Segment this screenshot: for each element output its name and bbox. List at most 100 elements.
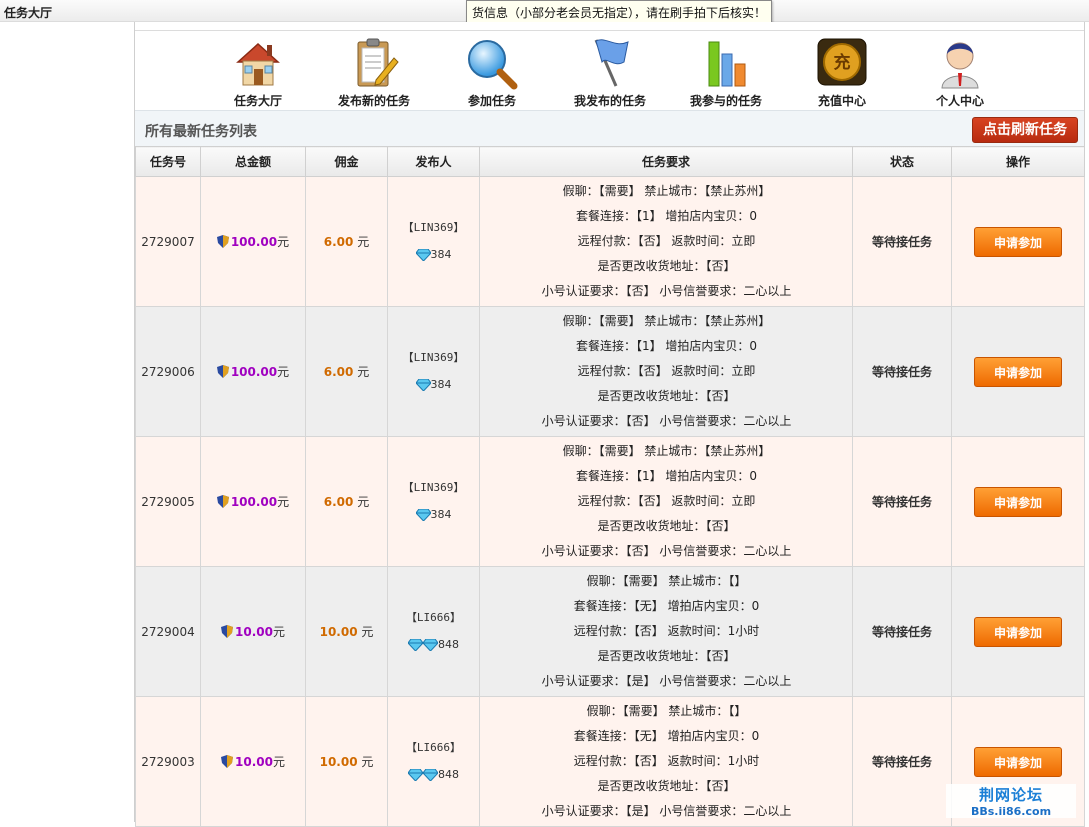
commission-cell: 6.00 元 xyxy=(305,176,388,307)
commission: 6.00 xyxy=(323,495,354,509)
apply-join-button[interactable]: 申请参加 xyxy=(974,746,1062,777)
commission: 10.00 xyxy=(319,625,358,639)
watermark-logo: 荆网论坛 BBs.ii86.com xyxy=(946,784,1076,818)
status-text: 等待接任务 xyxy=(852,696,952,827)
publisher-cell: 【LI666】 848 xyxy=(387,566,480,697)
column-header-amount: 总金额 xyxy=(200,146,306,177)
publisher-name: 【LIN369】 xyxy=(402,351,465,364)
requirement-line: 是否更改收货地址：【否】 xyxy=(597,389,736,403)
total-amount: 100.00 xyxy=(230,365,278,379)
requirement-line: 套餐连接：【1】 增拍店内宝贝：0 xyxy=(575,209,758,223)
requirements-cell: 假聊：【需要】 禁止城市：【】 套餐连接：【无】 增拍店内宝贝：0 远程付款：【否】… xyxy=(479,696,853,827)
amount-unit: 元 xyxy=(277,235,290,249)
commission-cell: 10.00 元 xyxy=(305,566,388,697)
diamond-rank-icon xyxy=(423,638,438,651)
action-cell: 申请参加 xyxy=(951,566,1085,697)
requirements-cell: 假聊：【需要】 禁止城市：【禁止苏州】 套餐连接：【1】 增拍店内宝贝：0 远程付款… xyxy=(479,436,853,567)
refresh-tasks-button[interactable]: 点击刷新任务 xyxy=(972,117,1078,143)
nav-item-recharge[interactable]: 充 充值中心 xyxy=(787,36,897,109)
nav-item-publish-task[interactable]: 发布新的任务 xyxy=(319,36,429,109)
task-id: 2729005 xyxy=(135,436,201,567)
requirement-line: 是否更改收货地址：【否】 xyxy=(597,519,736,533)
status-text: 等待接任务 xyxy=(852,306,952,437)
status-text: 等待接任务 xyxy=(852,436,952,567)
table-header-row: 任务号 总金额 佣金 发布人 任务要求 状态 操作 xyxy=(135,146,1085,177)
requirement-line: 远程付款：【否】 返款时间：1小时 xyxy=(573,624,760,638)
column-header-commission: 佣金 xyxy=(305,146,388,177)
list-header-bar: 所有最新任务列表 点击刷新任务 xyxy=(135,110,1084,148)
diamond-rank-icon xyxy=(415,508,431,521)
commission-cell: 6.00 元 xyxy=(305,306,388,437)
requirements-cell: 假聊：【需要】 禁止城市：【】 套餐连接：【无】 增拍店内宝贝：0 远程付款：【否】… xyxy=(479,566,853,697)
total-amount-cell: 100.00元 xyxy=(200,176,306,307)
clipboard-pencil-icon xyxy=(357,38,399,87)
task-id: 2729004 xyxy=(135,566,201,697)
nav-item-label: 任务大厅 xyxy=(233,94,282,108)
nav-item-my-published[interactable]: 我发布的任务 xyxy=(555,36,665,109)
total-amount-cell: 10.00元 xyxy=(200,696,306,827)
diamond-rank-icon xyxy=(415,378,431,391)
diamond-rank-icon xyxy=(408,638,423,651)
publisher-rank: 384 xyxy=(389,371,478,398)
diamond-rank-icon xyxy=(408,768,423,781)
nav-item-label: 发布新的任务 xyxy=(337,94,410,108)
requirement-line: 套餐连接：【1】 增拍店内宝贝：0 xyxy=(575,469,758,483)
requirement-line: 远程付款：【否】 返款时间：1小时 xyxy=(573,754,760,768)
requirement-line: 远程付款：【否】 返款时间：立即 xyxy=(577,364,756,378)
list-title: 所有最新任务列表 xyxy=(145,124,257,140)
nav-item-label: 充值中心 xyxy=(817,94,866,108)
publisher-rank: 384 xyxy=(389,501,478,528)
action-cell: 申请参加 xyxy=(951,176,1085,307)
task-table: 任务号 总金额 佣金 发布人 任务要求 状态 操作 2729007 100.00元… xyxy=(135,146,1085,827)
nav-item-label: 我参与的任务 xyxy=(689,94,762,108)
requirement-line: 是否更改收货地址：【否】 xyxy=(597,259,736,273)
shield-icon xyxy=(221,625,233,638)
total-amount-cell: 100.00元 xyxy=(200,436,306,567)
apply-join-button[interactable]: 申请参加 xyxy=(974,226,1062,257)
total-amount: 10.00 xyxy=(235,755,273,769)
total-amount-cell: 100.00元 xyxy=(200,306,306,437)
nav-item-my-joined[interactable]: 我参与的任务 xyxy=(671,36,781,109)
action-cell: 申请参加 xyxy=(951,436,1085,567)
amount-unit: 元 xyxy=(272,625,285,639)
magnifier-icon xyxy=(468,40,518,90)
commission-cell: 6.00 元 xyxy=(305,436,388,567)
shield-icon xyxy=(216,235,229,248)
total-amount-cell: 10.00元 xyxy=(200,566,306,697)
publisher-score: 384 xyxy=(430,378,452,391)
task-hall-panel: 任务大厅 发布新的任务 参加任务 我发布的任务 我参与的任务 充 充值中心 个人… xyxy=(134,22,1085,827)
requirement-line: 假聊：【需要】 禁止城市：【禁止苏州】 xyxy=(562,314,771,328)
requirement-line: 远程付款：【否】 返款时间：立即 xyxy=(577,234,756,248)
nav-item-label: 我发布的任务 xyxy=(573,94,646,108)
requirement-line: 是否更改收货地址：【否】 xyxy=(597,779,736,793)
requirement-line: 假聊：【需要】 禁止城市：【】 xyxy=(586,574,747,588)
column-header-status: 状态 xyxy=(852,146,952,177)
apply-join-button[interactable]: 申请参加 xyxy=(974,356,1062,387)
apply-join-button[interactable]: 申请参加 xyxy=(974,616,1062,647)
action-cell: 申请参加 xyxy=(951,306,1085,437)
publisher-name: 【LI666】 xyxy=(405,611,462,624)
publisher-score: 848 xyxy=(438,638,459,651)
coin-icon: 充 xyxy=(817,38,867,86)
status-text: 等待接任务 xyxy=(852,176,952,307)
nav-item-task-hall[interactable]: 任务大厅 xyxy=(203,36,313,109)
nav-item-personal[interactable]: 个人中心 xyxy=(905,36,1015,109)
commission: 6.00 xyxy=(323,365,354,379)
requirement-line: 小号认证要求：【是】 小号信誉要求：二心以上 xyxy=(541,804,792,818)
requirement-line: 假聊：【需要】 禁止城市：【禁止苏州】 xyxy=(562,184,771,198)
commission: 6.00 xyxy=(323,235,354,249)
house-icon xyxy=(236,42,280,86)
publisher-rank: 384 xyxy=(389,241,478,268)
notice-tooltip: 货信息（小部分老会员无指定），请在刷手拍下后核实！ xyxy=(466,0,773,23)
nav-item-join-task[interactable]: 参加任务 xyxy=(437,36,547,109)
apply-join-button[interactable]: 申请参加 xyxy=(974,486,1062,517)
requirement-line: 套餐连接：【无】 增拍店内宝贝：0 xyxy=(573,729,760,743)
total-amount: 10.00 xyxy=(235,625,273,639)
commission-cell: 10.00 元 xyxy=(305,696,388,827)
nav-item-label: 参加任务 xyxy=(467,94,516,108)
shield-icon xyxy=(216,495,229,508)
shield-icon xyxy=(221,755,233,768)
amount-unit: 元 xyxy=(277,365,290,379)
flag-icon xyxy=(594,39,629,87)
publisher-name: 【LIN369】 xyxy=(402,481,465,494)
